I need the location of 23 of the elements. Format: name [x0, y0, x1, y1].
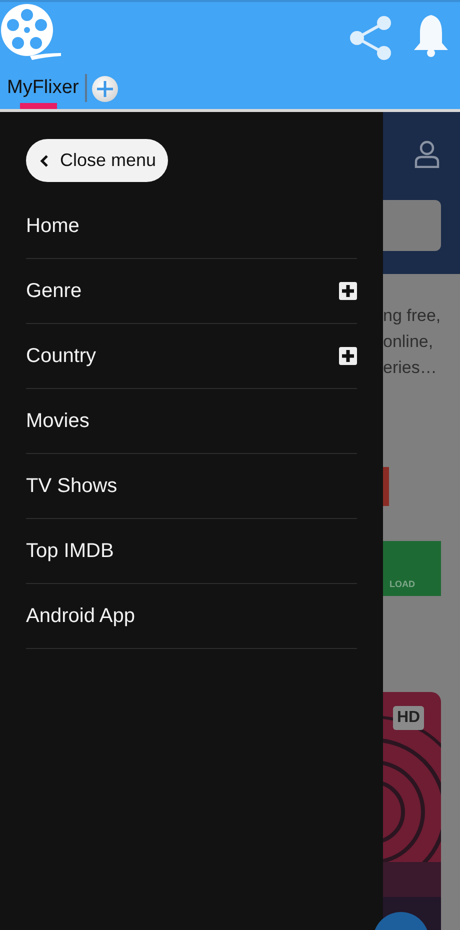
description-text: eries…	[383, 356, 438, 379]
menu-item[interactable]: TV Shows	[26, 454, 357, 519]
menu-item[interactable]: Top IMDB	[26, 519, 357, 584]
menu-item[interactable]: Genre	[26, 259, 357, 324]
chevron-left-icon	[40, 154, 50, 166]
add-tab-button[interactable]	[92, 76, 118, 102]
movie-card[interactable]: HD	[383, 692, 441, 930]
bell-icon[interactable]	[412, 13, 450, 59]
share-icon[interactable]	[348, 15, 394, 61]
menu-item[interactable]: Android App	[26, 584, 357, 649]
plus-icon[interactable]	[339, 282, 357, 300]
menu-item[interactable]: Movies	[26, 389, 357, 454]
menu-item[interactable]: Country	[26, 324, 357, 389]
plus-icon[interactable]	[339, 347, 357, 365]
description-text: online,	[383, 330, 434, 353]
user-icon[interactable]	[414, 140, 440, 168]
watch-button[interactable]	[383, 466, 389, 506]
menu-item[interactable]: Home	[26, 194, 357, 259]
tab[interactable]: MyFlixer	[6, 68, 80, 109]
search-field[interactable]	[383, 200, 441, 251]
quality-badge: HD	[393, 706, 424, 730]
description-text: ng free,	[383, 304, 442, 327]
close-menu-button[interactable]: Close menu	[26, 139, 168, 182]
